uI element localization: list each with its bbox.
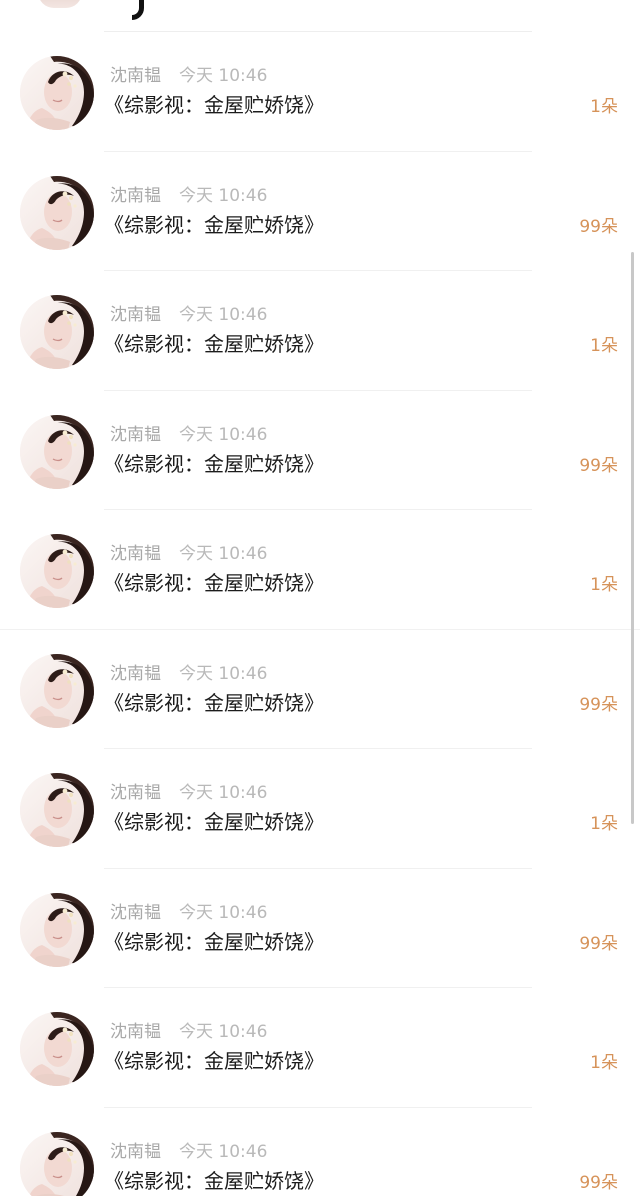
sender-name[interactable]: 沈南韫 [110, 186, 161, 206]
meta-line: 沈南韫 今天 10:46 [110, 304, 267, 326]
previous-row-partial [0, 0, 640, 32]
list-item[interactable]: 沈南韫 今天 10:46 《综影视：金屋贮娇饶》 1朵 [0, 271, 640, 391]
book-title[interactable]: 《综影视：金屋贮娇饶》 [104, 929, 324, 955]
list-item[interactable]: 沈南韫 今天 10:46 《综影视：金屋贮娇饶》 1朵 [0, 32, 640, 152]
list-item[interactable]: 沈南韫 今天 10:46 《综影视：金屋贮娇饶》 99朵 [0, 628, 640, 749]
list-item[interactable]: 沈南韫 今天 10:46 《综影视：金屋贮娇饶》 99朵 [0, 1108, 640, 1196]
book-title[interactable]: 《综影视：金屋贮娇饶》 [104, 570, 324, 596]
book-title[interactable]: 《综影视：金屋贮娇饶》 [104, 331, 324, 357]
gift-list-screen: 沈南韫 今天 10:46 《综影视：金屋贮娇饶》 1朵 沈南韫 今天 10:46… [0, 0, 640, 1196]
meta-line: 沈南韫 今天 10:46 [110, 782, 267, 804]
timestamp: 今天 10:46 [179, 424, 268, 445]
book-title[interactable]: 《综影视：金屋贮娇饶》 [104, 451, 324, 477]
timestamp: 今天 10:46 [179, 544, 268, 564]
gift-amount: 1朵 [590, 575, 618, 595]
meta-line: 沈南韫 今天 10:46 [110, 65, 267, 87]
list-item[interactable]: 沈南韫 今天 10:46 《综影视：金屋贮娇饶》 99朵 [0, 869, 640, 988]
avatar-icon[interactable] [20, 892, 94, 967]
handwritten-mark-icon [132, 0, 144, 20]
book-title[interactable]: 《综影视：金屋贮娇饶》 [104, 92, 324, 118]
list-item[interactable]: 沈南韫 今天 10:46 《综影视：金屋贮娇饶》 1朵 [0, 749, 640, 869]
gift-amount: 99朵 [579, 455, 618, 476]
portrait-illustration [20, 1012, 94, 1086]
sender-name[interactable]: 沈南韫 [110, 305, 161, 325]
gift-amount: 1朵 [590, 1053, 618, 1073]
sender-name[interactable]: 沈南韫 [110, 783, 161, 803]
sender-name[interactable]: 沈南韫 [110, 66, 161, 86]
avatar-icon[interactable] [20, 534, 94, 608]
portrait-illustration [20, 414, 94, 489]
gift-amount: 99朵 [579, 216, 618, 237]
gift-amount: 1朵 [590, 814, 618, 834]
timestamp: 今天 10:46 [179, 1141, 268, 1162]
list-item[interactable]: 沈南韫 今天 10:46 《综影视：金屋贮娇饶》 1朵 [0, 988, 640, 1108]
avatar-icon [38, 0, 82, 8]
gift-amount: 99朵 [579, 1172, 618, 1193]
gift-record-list[interactable]: 沈南韫 今天 10:46 《综影视：金屋贮娇饶》 1朵 沈南韫 今天 10:46… [0, 32, 640, 1196]
book-title[interactable]: 《综影视：金屋贮娇饶》 [104, 212, 324, 238]
sender-name[interactable]: 沈南韫 [110, 1142, 161, 1162]
portrait-illustration [20, 892, 94, 967]
timestamp: 今天 10:46 [179, 902, 268, 923]
avatar-icon[interactable] [20, 175, 94, 250]
portrait-illustration [20, 295, 94, 369]
avatar-icon[interactable] [20, 414, 94, 489]
sender-name[interactable]: 沈南韫 [110, 903, 161, 923]
list-item[interactable]: 沈南韫 今天 10:46 《综影视：金屋贮娇饶》 1朵 [0, 510, 640, 630]
avatar-icon[interactable] [20, 653, 94, 728]
gift-amount: 99朵 [579, 694, 618, 715]
sender-name[interactable]: 沈南韫 [110, 1022, 161, 1042]
meta-line: 沈南韫 今天 10:46 [110, 902, 267, 924]
meta-line: 沈南韫 今天 10:46 [110, 1141, 267, 1163]
timestamp: 今天 10:46 [179, 66, 268, 86]
timestamp: 今天 10:46 [179, 663, 268, 684]
portrait-illustration [20, 1131, 94, 1196]
list-item[interactable]: 沈南韫 今天 10:46 《综影视：金屋贮娇饶》 99朵 [0, 391, 640, 510]
gift-amount: 1朵 [590, 97, 618, 117]
portrait-illustration [20, 534, 94, 608]
timestamp: 今天 10:46 [179, 185, 268, 206]
vertical-scrollbar[interactable] [631, 252, 634, 824]
avatar-icon[interactable] [20, 1131, 94, 1196]
meta-line: 沈南韫 今天 10:46 [110, 185, 267, 207]
gift-amount: 99朵 [579, 933, 618, 954]
meta-line: 沈南韫 今天 10:46 [110, 543, 267, 565]
sender-name[interactable]: 沈南韫 [110, 425, 161, 445]
book-title[interactable]: 《综影视：金屋贮娇饶》 [104, 809, 324, 835]
avatar-icon[interactable] [20, 56, 94, 130]
book-title[interactable]: 《综影视：金屋贮娇饶》 [104, 1168, 324, 1194]
gift-amount: 1朵 [590, 336, 618, 356]
portrait-illustration [20, 653, 94, 728]
sender-name[interactable]: 沈南韫 [110, 544, 161, 564]
timestamp: 今天 10:46 [179, 783, 268, 803]
book-title[interactable]: 《综影视：金屋贮娇饶》 [104, 1048, 324, 1074]
portrait-illustration [20, 56, 94, 130]
avatar-icon[interactable] [20, 773, 94, 847]
avatar-icon[interactable] [20, 1012, 94, 1086]
meta-line: 沈南韫 今天 10:46 [110, 1021, 267, 1043]
timestamp: 今天 10:46 [179, 305, 268, 325]
avatar-icon[interactable] [20, 295, 94, 369]
sender-name[interactable]: 沈南韫 [110, 664, 161, 684]
portrait-illustration [20, 175, 94, 250]
book-title[interactable]: 《综影视：金屋贮娇饶》 [104, 690, 324, 716]
timestamp: 今天 10:46 [179, 1022, 268, 1042]
meta-line: 沈南韫 今天 10:46 [110, 424, 267, 446]
portrait-illustration [20, 773, 94, 847]
list-item[interactable]: 沈南韫 今天 10:46 《综影视：金屋贮娇饶》 99朵 [0, 152, 640, 271]
meta-line: 沈南韫 今天 10:46 [110, 663, 267, 685]
